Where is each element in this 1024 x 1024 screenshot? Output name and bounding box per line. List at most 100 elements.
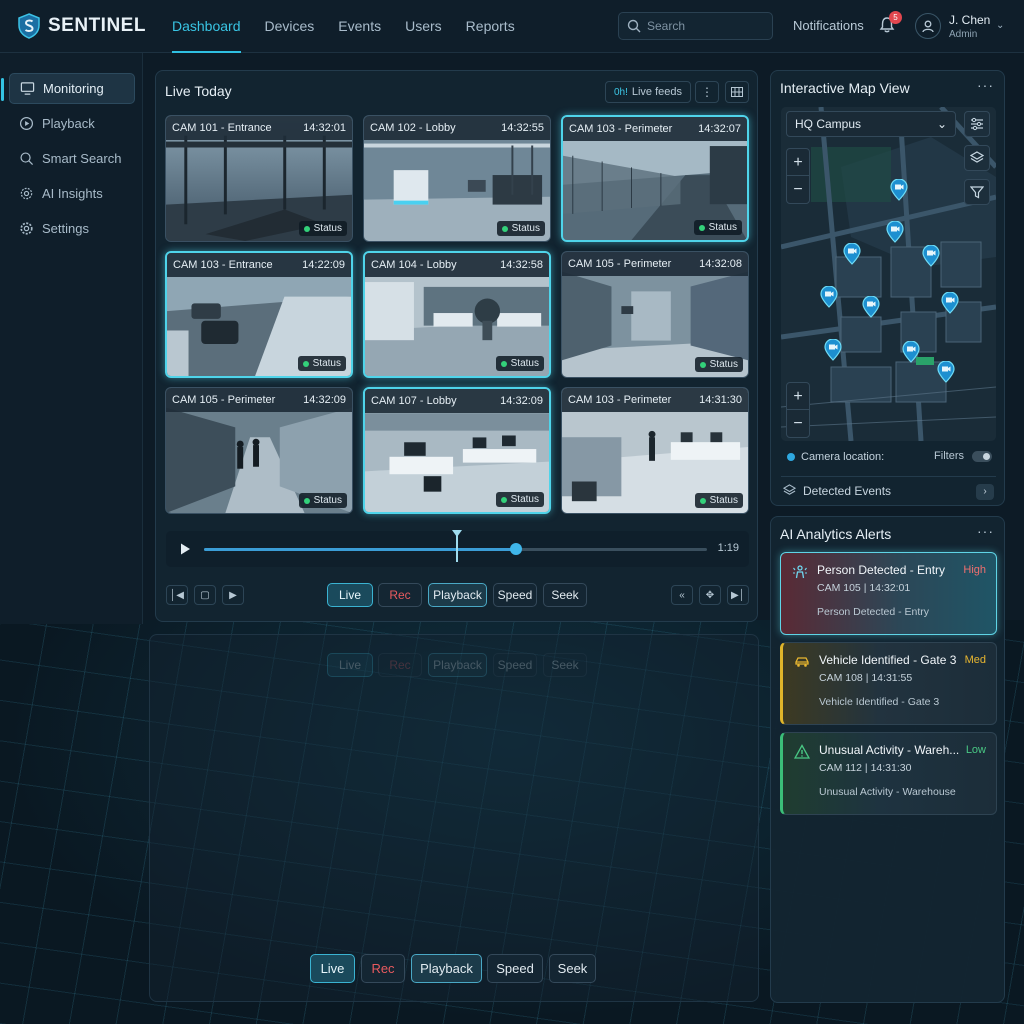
- live-feeds-panel: Live Today 0h! Live feeds ⋮ CAM 101 - En…: [155, 70, 758, 622]
- camera-tile[interactable]: CAM 103 - Perimeter 14:31:30 Status: [561, 387, 749, 514]
- layers-button[interactable]: [964, 145, 990, 171]
- chevron-down-icon[interactable]: ⌄: [996, 20, 1004, 31]
- camera-tile[interactable]: CAM 101 - Entrance 14:32:01 Status: [165, 115, 353, 242]
- nav-dashboard[interactable]: Dashboard: [160, 0, 253, 53]
- alert-title: Person Detected - Entry: [817, 563, 946, 577]
- camera-tile[interactable]: CAM 103 - Perimeter 14:32:07 Status: [561, 115, 749, 242]
- filter-button[interactable]: [964, 179, 990, 205]
- more-options-icon[interactable]: ···: [977, 523, 994, 539]
- alert-card[interactable]: Person Detected - Entry High CAM 105 | 1…: [780, 552, 997, 635]
- zoom-in-button[interactable]: +: [787, 383, 809, 410]
- timeline-marker[interactable]: [451, 530, 462, 562]
- sidebar-item-label: Monitoring: [43, 81, 104, 96]
- live-mode-button[interactable]: Live: [327, 583, 373, 607]
- more-options-button[interactable]: ⋮: [695, 81, 719, 103]
- main-nav: Dashboard Devices Events Users Reports: [160, 0, 527, 53]
- camera-pin-icon[interactable]: [937, 361, 955, 383]
- filters-toggle[interactable]: [972, 451, 992, 462]
- camera-tile[interactable]: CAM 107 - Lobby 14:32:09 Status: [363, 387, 551, 514]
- camera-pin-icon[interactable]: [843, 243, 861, 265]
- search-box: [618, 12, 773, 40]
- camera-tile[interactable]: CAM 102 - Lobby 14:32:55 Status: [363, 115, 551, 242]
- zoom-out-button[interactable]: −: [787, 176, 809, 203]
- alert-title: Unusual Activity - Wareh...: [819, 743, 959, 757]
- nav-events[interactable]: Events: [326, 0, 393, 53]
- record-button[interactable]: Rec: [378, 583, 422, 607]
- sidebar-item-playback[interactable]: Playback: [9, 108, 135, 139]
- sidebar-item-ai-insights[interactable]: AI Insights: [9, 178, 135, 209]
- chevron-right-icon[interactable]: ›: [976, 484, 994, 500]
- seek-button[interactable]: Seek: [543, 583, 587, 607]
- camera-tile[interactable]: CAM 103 - Entrance 14:22:09 Status: [165, 251, 353, 378]
- location-select[interactable]: HQ Campus ⌄: [786, 111, 956, 137]
- ai-chip-icon: [20, 187, 33, 200]
- camera-pin-icon[interactable]: [890, 179, 908, 201]
- speed-button[interactable]: Speed: [493, 583, 537, 607]
- record-button[interactable]: Rec: [361, 954, 405, 983]
- detected-events-row[interactable]: Detected Events ›: [781, 476, 996, 500]
- notification-badge: 5: [889, 11, 902, 24]
- nav-devices[interactable]: Devices: [253, 0, 327, 53]
- panel-title: Interactive Map View: [780, 80, 910, 96]
- map-settings-button[interactable]: [964, 111, 990, 137]
- nav-reports[interactable]: Reports: [454, 0, 527, 53]
- camera-name: CAM 105 - Perimeter: [568, 258, 672, 270]
- camera-name: CAM 102 - Lobby: [370, 122, 456, 134]
- car-icon: [795, 657, 809, 667]
- avatar[interactable]: [915, 13, 941, 39]
- rewind-button[interactable]: «: [671, 585, 693, 605]
- live-feeds-button[interactable]: 0h! Live feeds: [605, 81, 691, 103]
- sidebar-item-settings[interactable]: Settings: [9, 213, 135, 244]
- seek-button[interactable]: Seek: [549, 954, 596, 983]
- playback-mode-button[interactable]: Playback: [428, 583, 487, 607]
- live-mode-button[interactable]: Live: [310, 954, 355, 983]
- status-badge: Status: [693, 220, 742, 235]
- skip-end-button[interactable]: ▶│: [727, 585, 749, 605]
- sidebar-item-monitoring[interactable]: Monitoring: [1, 73, 135, 104]
- snapshot-button[interactable]: ▢: [194, 585, 216, 605]
- timeline-track[interactable]: [204, 530, 707, 562]
- grid-icon: [731, 87, 743, 97]
- alert-card[interactable]: Unusual Activity - Wareh... Low CAM 112 …: [780, 732, 997, 815]
- camera-pin-icon[interactable]: [824, 339, 842, 361]
- grid-layout-button[interactable]: [725, 81, 749, 103]
- user-role: Admin: [949, 29, 978, 40]
- camera-pin-icon[interactable]: [941, 292, 959, 314]
- live-feeds-icon: 0h!: [613, 86, 628, 98]
- nav-users[interactable]: Users: [393, 0, 454, 53]
- playback-mode-button[interactable]: Playback: [411, 954, 482, 983]
- fullscreen-button[interactable]: ✥: [699, 585, 721, 605]
- play-icon[interactable]: [178, 542, 192, 556]
- notifications-link[interactable]: Notifications: [793, 18, 864, 33]
- timeline-scrubber[interactable]: [509, 543, 522, 555]
- play-button[interactable]: ▶: [222, 585, 244, 605]
- camera-tile[interactable]: CAM 105 - Perimeter 14:32:09 Status: [165, 387, 353, 514]
- camera-pin-icon[interactable]: [902, 341, 920, 363]
- alert-card[interactable]: Vehicle Identified - Gate 3 Med CAM 108 …: [780, 642, 997, 725]
- status-badge: Status: [495, 356, 544, 371]
- filters-label: Filters: [934, 450, 964, 462]
- speed-button[interactable]: Speed: [487, 954, 543, 983]
- user-name[interactable]: J. Chen: [949, 13, 990, 27]
- camera-name: CAM 104 - Lobby: [371, 259, 457, 271]
- alert-description: Vehicle Identified - Gate 3: [819, 696, 940, 708]
- map-legend: Camera location: Filters: [781, 446, 996, 468]
- app-logo[interactable]: SENTINEL: [18, 13, 146, 39]
- search-icon: [627, 19, 641, 33]
- camera-time: 14:32:58: [500, 259, 543, 271]
- status-badge: Status: [495, 492, 544, 507]
- search-input[interactable]: [647, 19, 757, 33]
- camera-pin-icon[interactable]: [922, 245, 940, 267]
- skip-start-button[interactable]: │◀: [166, 585, 188, 605]
- camera-pin-icon[interactable]: [862, 296, 880, 318]
- zoom-in-button[interactable]: +: [787, 149, 809, 176]
- camera-tile[interactable]: CAM 105 - Perimeter 14:32:08 Status: [561, 251, 749, 378]
- camera-tile[interactable]: CAM 104 - Lobby 14:32:58 Status: [363, 251, 551, 378]
- alert-meta: CAM 105 | 14:32:01: [817, 582, 911, 594]
- camera-pin-icon[interactable]: [886, 221, 904, 243]
- camera-pin-icon[interactable]: [820, 286, 838, 308]
- more-options-icon[interactable]: ···: [977, 77, 994, 93]
- sidebar-item-label: Smart Search: [42, 151, 122, 166]
- sidebar-item-smart-search[interactable]: Smart Search: [9, 143, 135, 174]
- zoom-out-button[interactable]: −: [787, 410, 809, 437]
